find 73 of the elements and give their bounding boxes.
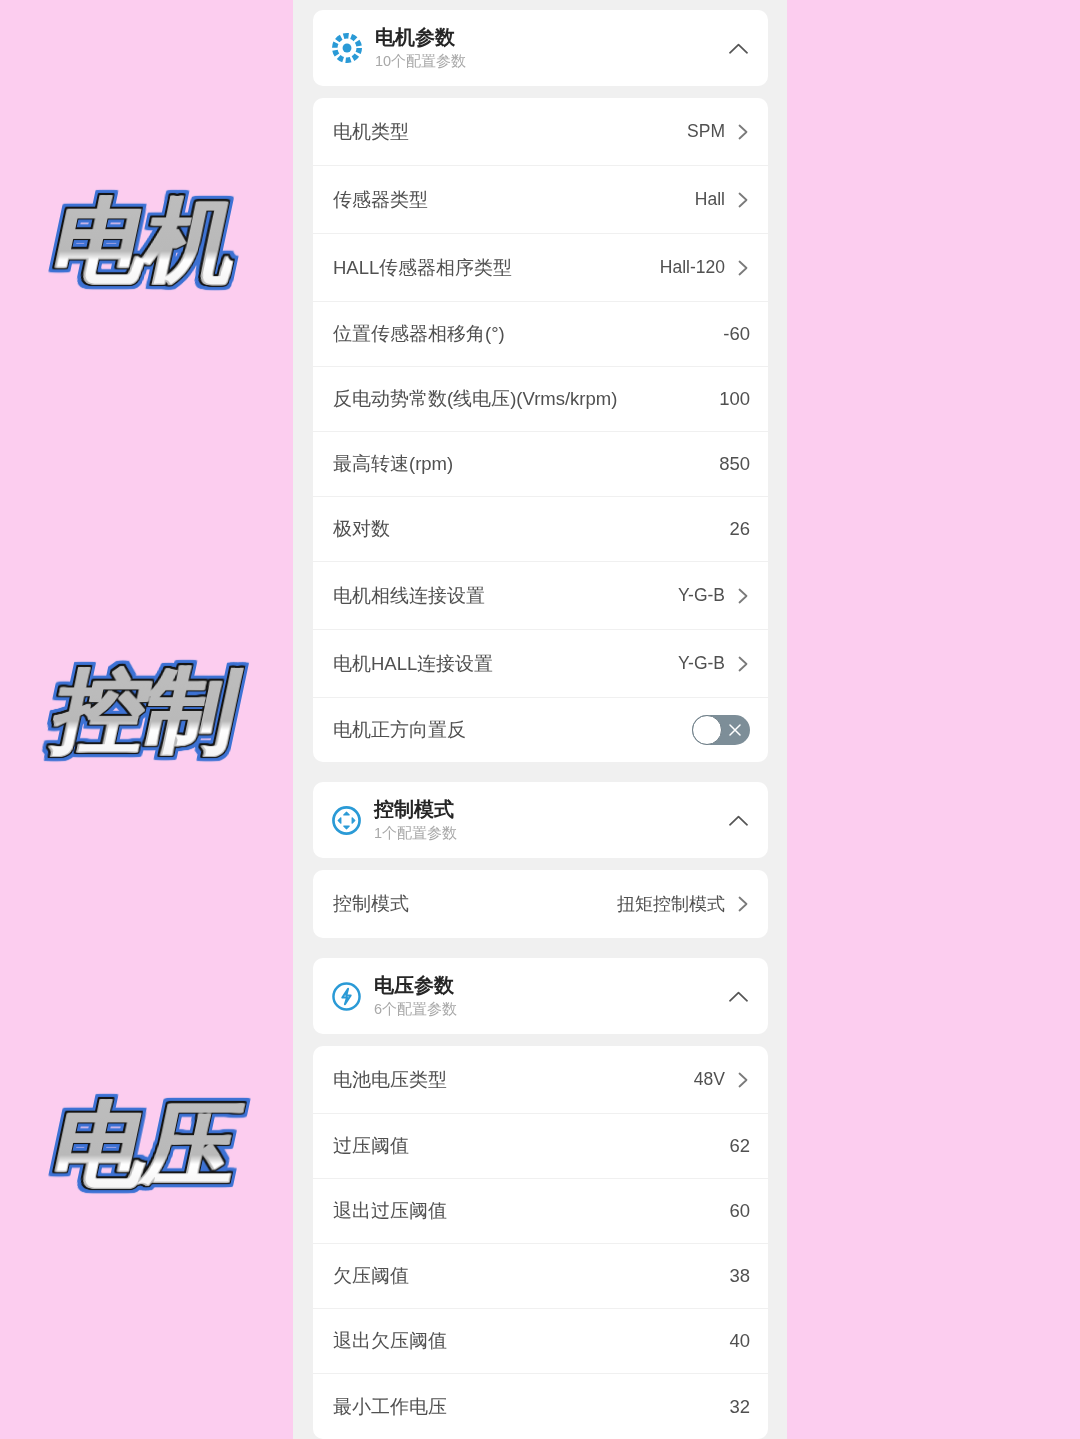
setting-value: SPM xyxy=(687,120,725,144)
setting-label: 过压阈值 xyxy=(333,1134,409,1159)
setting-label: 最小工作电压 xyxy=(333,1394,447,1419)
setting-row[interactable]: 退出欠压阈值 40 xyxy=(313,1309,768,1374)
setting-label: 电机正方向置反 xyxy=(333,718,466,743)
chevron-right-icon xyxy=(738,259,748,276)
chevron-right-icon xyxy=(738,896,748,912)
fan-icon xyxy=(332,33,362,63)
section-subtitle: 6个配置参数 xyxy=(374,1000,458,1019)
setting-row[interactable]: 传感器类型 Hall xyxy=(313,166,768,234)
setting-label: 电机相线连接设置 xyxy=(333,583,485,608)
setting-value: 100 xyxy=(719,387,750,412)
chevron-up-icon[interactable] xyxy=(729,814,748,826)
section-title: 电机参数 xyxy=(375,25,456,50)
toggle-switch[interactable] xyxy=(692,715,750,745)
setting-label: 电机类型 xyxy=(333,119,409,144)
setting-value: 26 xyxy=(729,517,750,542)
cross-icon xyxy=(729,724,741,736)
section-title: 控制模式 xyxy=(374,797,455,822)
setting-label: 电池电压类型 xyxy=(333,1067,447,1092)
section-header[interactable]: 电机参数 10个配置参数 xyxy=(313,10,768,86)
chevron-up-icon[interactable] xyxy=(729,990,748,1002)
setting-value: 38 xyxy=(729,1264,750,1289)
chevron-right-icon xyxy=(738,655,748,672)
setting-value: 40 xyxy=(729,1329,750,1354)
setting-value: Y-G-B xyxy=(678,584,725,608)
section-title: 电压参数 xyxy=(374,973,455,998)
section-header[interactable]: 电压参数 6个配置参数 xyxy=(313,958,768,1034)
chevron-right-icon xyxy=(738,123,748,140)
setting-label: 退出欠压阈值 xyxy=(333,1329,447,1354)
setting-row[interactable]: 极对数 26 xyxy=(313,497,768,562)
setting-row[interactable]: 过压阈值 62 xyxy=(313,1114,768,1179)
section-subtitle: 1个配置参数 xyxy=(374,824,458,843)
section-subtitle: 10个配置参数 xyxy=(375,52,467,71)
setting-row[interactable]: 最小工作电压 32 xyxy=(313,1374,768,1439)
setting-row[interactable]: 退出过压阈值 60 xyxy=(313,1179,768,1244)
setting-value: 850 xyxy=(719,452,750,477)
chevron-right-icon xyxy=(738,191,748,208)
setting-row[interactable]: 欠压阈值 38 xyxy=(313,1244,768,1309)
setting-label: 极对数 xyxy=(333,517,390,542)
setting-value: Hall-120 xyxy=(659,256,725,280)
setting-value: 60 xyxy=(729,1199,750,1224)
chevron-right-icon xyxy=(738,587,748,604)
setting-label: 电机HALL连接设置 xyxy=(333,651,494,676)
setting-label: 欠压阈值 xyxy=(333,1264,409,1289)
setting-row[interactable]: 最高转速(rpm) 850 xyxy=(313,432,768,497)
setting-row[interactable]: 电机相线连接设置 Y-G-B xyxy=(313,562,768,630)
lightning-icon xyxy=(332,981,361,1011)
setting-value: -60 xyxy=(723,322,750,347)
setting-label: 控制模式 xyxy=(333,892,409,917)
move-arrows-icon xyxy=(332,805,361,835)
setting-value: Y-G-B xyxy=(678,652,725,676)
setting-label: 退出过压阈值 xyxy=(333,1199,447,1224)
setting-row[interactable]: HALL传感器相序类型 Hall-120 xyxy=(313,234,768,302)
setting-label: 位置传感器相移角(°) xyxy=(333,322,505,347)
setting-row[interactable]: 电池电压类型 48V xyxy=(313,1046,768,1114)
setting-value: 扭矩控制模式 xyxy=(617,892,725,916)
section-header[interactable]: 控制模式 1个配置参数 xyxy=(313,782,768,858)
setting-label: HALL传感器相序类型 xyxy=(333,255,513,280)
setting-value: 62 xyxy=(729,1134,750,1159)
setting-row[interactable]: 电机HALL连接设置 Y-G-B xyxy=(313,630,768,698)
setting-label: 传感器类型 xyxy=(333,187,428,212)
setting-label: 反电动势常数(线电压)(Vrms/krpm) xyxy=(333,387,618,412)
setting-value: Hall xyxy=(694,188,725,212)
chevron-right-icon xyxy=(738,1071,748,1088)
setting-value: 48V xyxy=(693,1068,725,1092)
setting-row[interactable]: 反电动势常数(线电压)(Vrms/krpm) 100 xyxy=(313,367,768,432)
setting-label: 最高转速(rpm) xyxy=(333,452,454,477)
setting-row[interactable]: 电机类型 SPM xyxy=(313,98,768,166)
setting-value: 32 xyxy=(729,1394,750,1419)
chevron-up-icon[interactable] xyxy=(729,42,748,54)
setting-row[interactable]: 位置传感器相移角(°) -60 xyxy=(313,302,768,367)
setting-row[interactable]: 控制模式 扭矩控制模式 xyxy=(313,870,768,938)
